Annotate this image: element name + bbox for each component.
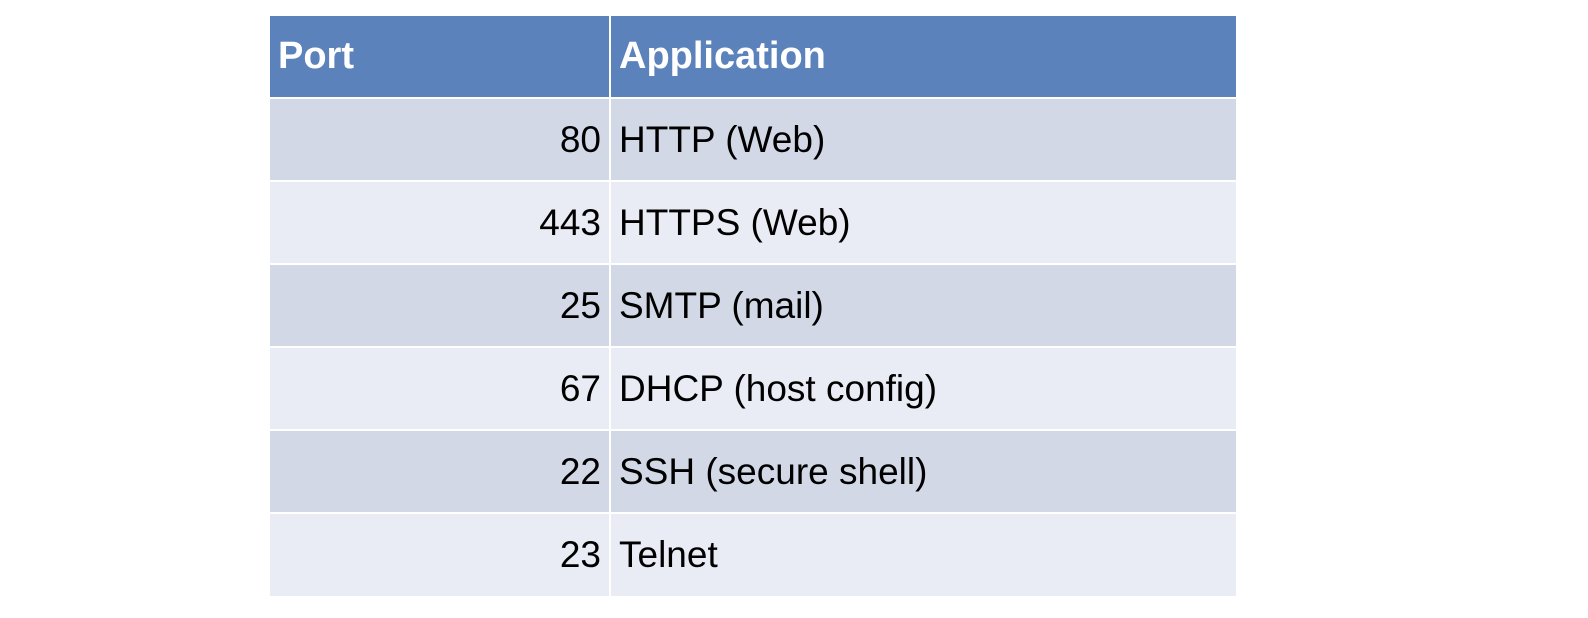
table-row: 443 HTTPS (Web): [270, 180, 1236, 264]
port-cell: 22: [270, 429, 611, 513]
port-cell: 443: [270, 180, 611, 264]
port-cell: 25: [270, 263, 611, 347]
table-row: 25 SMTP (mail): [270, 263, 1236, 347]
table-header: Port Application: [270, 16, 1236, 98]
application-cell: HTTP (Web): [610, 97, 1236, 181]
header-port: Port: [270, 16, 611, 98]
table-row: 22 SSH (secure shell): [270, 429, 1236, 513]
port-cell: 23: [270, 512, 611, 596]
table-body: 80 HTTP (Web) 443 HTTPS (Web) 25 SMTP (m…: [270, 97, 1236, 596]
application-cell: SSH (secure shell): [610, 429, 1236, 513]
application-cell: Telnet: [610, 512, 1236, 596]
table-row: 23 Telnet: [270, 512, 1236, 596]
table-row: 67 DHCP (host config): [270, 346, 1236, 430]
header-application: Application: [610, 16, 1236, 98]
application-cell: SMTP (mail): [610, 263, 1236, 347]
port-application-table: Port Application 80 HTTP (Web) 443 HTTPS…: [270, 16, 1236, 596]
application-cell: DHCP (host config): [610, 346, 1236, 430]
port-cell: 67: [270, 346, 611, 430]
port-cell: 80: [270, 97, 611, 181]
header-row: Port Application: [270, 16, 1236, 98]
table-row: 80 HTTP (Web): [270, 97, 1236, 181]
application-cell: HTTPS (Web): [610, 180, 1236, 264]
